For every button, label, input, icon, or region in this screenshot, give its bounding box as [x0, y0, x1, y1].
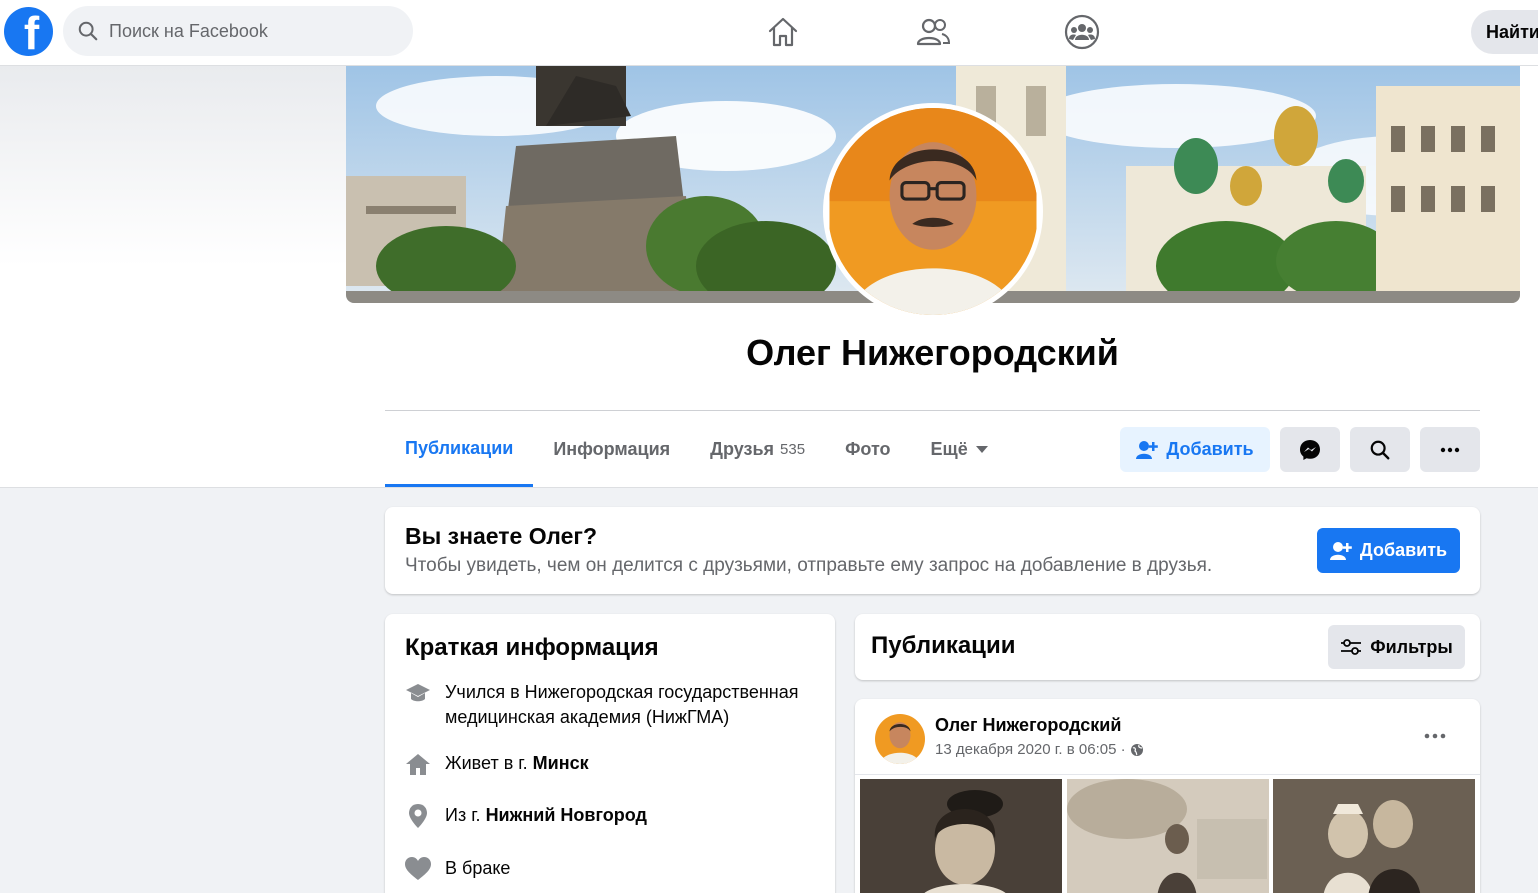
add-friend-label: Добавить: [1166, 439, 1254, 459]
tab-label: Ещё: [930, 439, 968, 459]
graduation-cap-icon: [405, 680, 431, 706]
top-navigation-bar: f Найти: [0, 0, 1538, 66]
add-friend-icon: [1136, 440, 1159, 459]
tab-information[interactable]: Информация: [533, 412, 690, 487]
post-photo[interactable]: [1273, 779, 1475, 893]
publications-header-card: Публикации Фильтры: [855, 614, 1480, 680]
filters-label: Фильтры: [1370, 636, 1453, 657]
more-options-button[interactable]: [1420, 427, 1480, 472]
do-you-know-card: Вы знаете Олег? Чтобы увидеть, чем он де…: [385, 507, 1480, 594]
ellipsis-icon: [1424, 733, 1446, 739]
publications-title: Публикации: [871, 632, 1016, 659]
search-input[interactable]: [109, 20, 389, 42]
add-friend-icon: [1329, 541, 1352, 560]
post-author-avatar[interactable]: [875, 714, 925, 764]
tab-label: Друзья: [710, 439, 775, 459]
header-gradient: [0, 66, 346, 266]
post-options-button[interactable]: [1415, 721, 1455, 751]
friends-count: 535: [780, 441, 806, 458]
profile-tabs: Публикации Информация Друзья 535 Фото Ещё: [385, 412, 1008, 487]
globe-icon: [1130, 743, 1143, 756]
location-pin-icon: [405, 803, 431, 829]
tab-more[interactable]: Ещё: [911, 412, 1008, 487]
post-timestamp[interactable]: 13 декабря 2020 г. в 06:05 ·: [935, 741, 1144, 758]
post-photo[interactable]: [860, 779, 1062, 893]
know-card-subtitle: Чтобы увидеть, чем он делится с друзьями…: [405, 555, 1213, 576]
education-line-1: Учился в Нижегородская государственная: [445, 682, 799, 702]
header-bottom-border: [0, 487, 1538, 488]
from-prefix: Из г.: [445, 805, 486, 825]
profile-name: Олег Нижегородский: [746, 332, 1119, 373]
education-line-2: медицинская академия (НижГМА): [445, 707, 730, 727]
intro-lives-in: Живет в г. Минск: [405, 751, 589, 777]
facebook-logo-icon[interactable]: f: [4, 7, 53, 56]
add-friend-button[interactable]: Добавить: [1120, 427, 1270, 472]
post-separator: [855, 774, 1480, 775]
add-friend-primary-button[interactable]: Добавить: [1317, 528, 1460, 573]
filters-icon: [1341, 639, 1362, 655]
intro-education: Учился в Нижегородская государственная м…: [405, 680, 799, 730]
filters-button[interactable]: Фильтры: [1328, 625, 1465, 669]
lives-in-city[interactable]: Минск: [533, 753, 589, 773]
search-icon: [78, 21, 98, 41]
post-card: Олег Нижегородский 13 декабря 2020 г. в …: [855, 699, 1480, 893]
tab-publications[interactable]: Публикации: [385, 412, 534, 487]
post-date-text: 13 декабря 2020 г. в 06:05 ·: [935, 741, 1126, 758]
tab-label: Фото: [845, 439, 891, 459]
tab-label: Информация: [553, 439, 671, 459]
relationship-status: В браке: [445, 858, 511, 878]
intro-card: Краткая информация Учился в Нижегородска…: [385, 614, 835, 893]
add-friend-label: Добавить: [1359, 540, 1448, 560]
friends-icon[interactable]: [913, 12, 953, 52]
messenger-icon: [1300, 439, 1320, 460]
home-icon[interactable]: [763, 12, 803, 52]
intro-title: Краткая информация: [405, 634, 659, 661]
caret-down-icon: [975, 446, 988, 453]
post-photo[interactable]: [1067, 779, 1269, 893]
tab-photos[interactable]: Фото: [825, 412, 910, 487]
intro-from: Из г. Нижний Новгород: [405, 803, 647, 829]
know-card-title: Вы знаете Олег?: [405, 523, 598, 549]
header-divider: [385, 410, 1480, 411]
heart-icon: [405, 856, 431, 882]
post-author-name[interactable]: Олег Нижегородский: [935, 715, 1121, 736]
find-button[interactable]: Найти: [1471, 10, 1538, 54]
intro-relationship: В браке: [405, 856, 510, 882]
search-box[interactable]: [63, 6, 413, 56]
search-icon: [1370, 440, 1390, 459]
profile-avatar[interactable]: [823, 103, 1043, 320]
lives-in-prefix: Живет в г.: [445, 753, 533, 773]
messenger-button[interactable]: [1280, 427, 1340, 472]
tab-label: Публикации: [405, 437, 514, 458]
ellipsis-icon: [1440, 447, 1460, 452]
groups-icon[interactable]: [1062, 12, 1102, 52]
tab-friends[interactable]: Друзья 535: [690, 412, 825, 487]
house-icon: [405, 751, 431, 777]
from-city[interactable]: Нижний Новгород: [486, 805, 647, 825]
profile-search-button[interactable]: [1350, 427, 1410, 472]
